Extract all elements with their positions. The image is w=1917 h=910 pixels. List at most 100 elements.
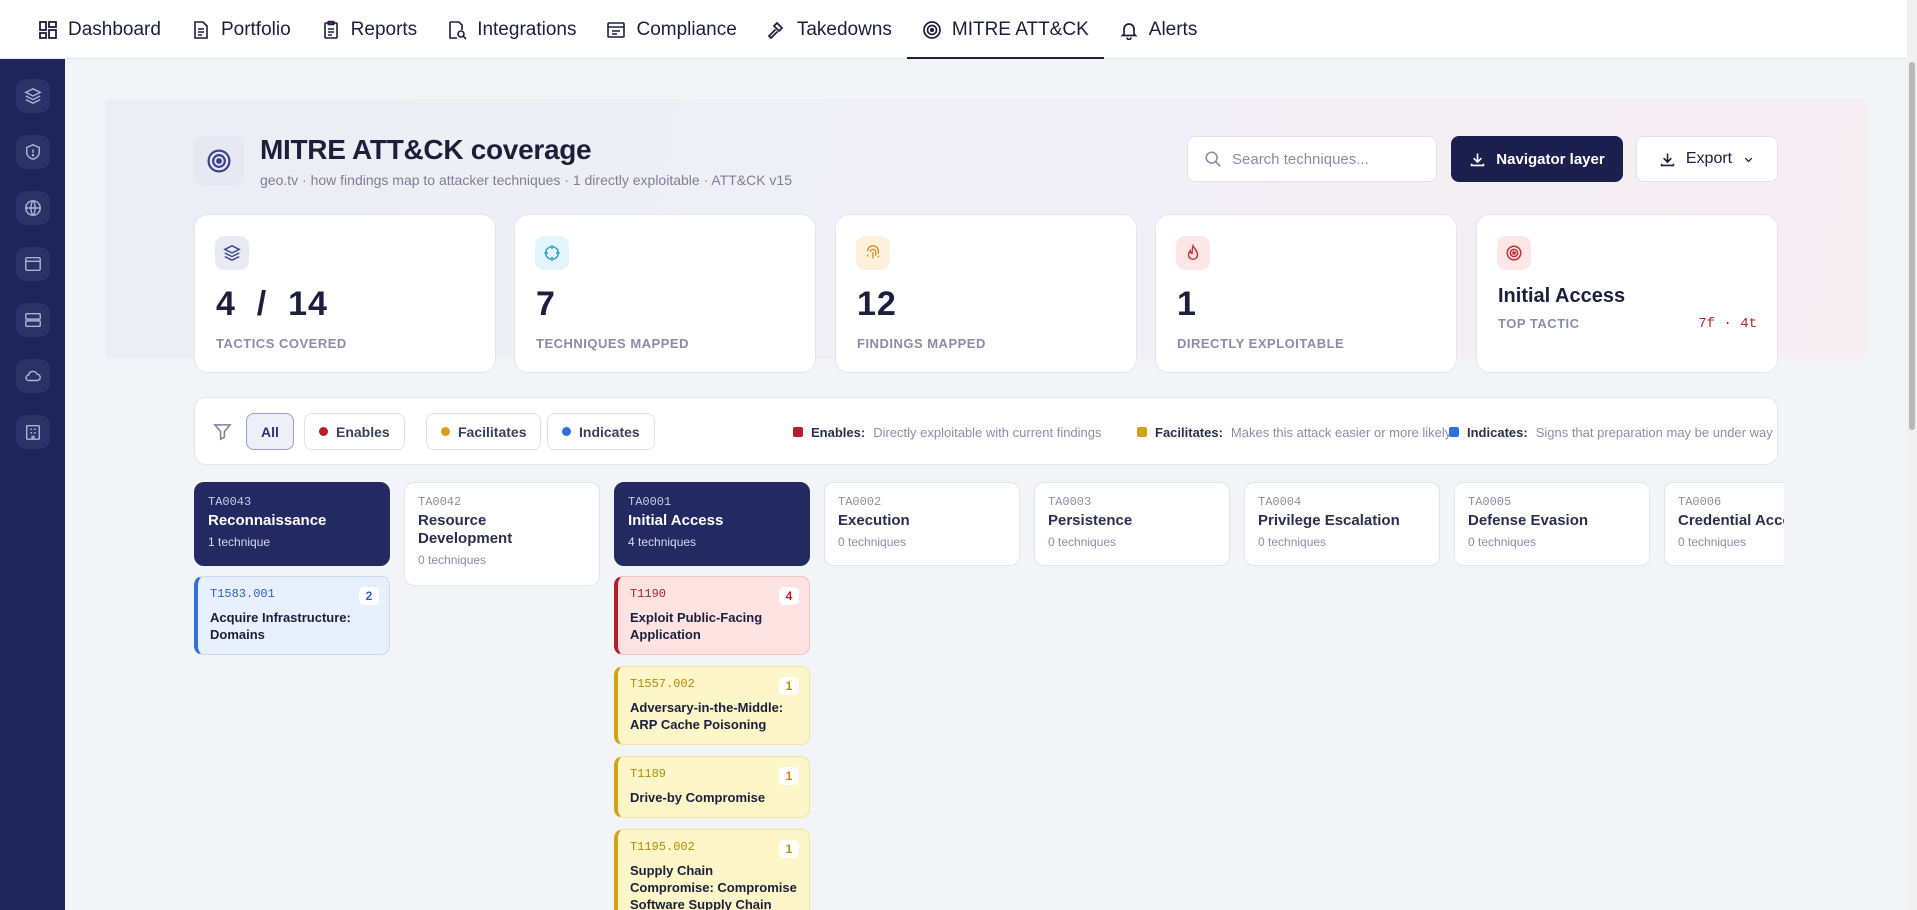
chip-label: All: [261, 423, 279, 440]
search-icon: [1205, 151, 1221, 167]
tactic-id: TA0042: [418, 495, 462, 509]
tactic-reconnaissance[interactable]: TA0043 Reconnaissance 1 technique: [194, 482, 390, 566]
finding-count-badge: 4: [779, 587, 799, 605]
rail-building-button[interactable]: [15, 415, 50, 449]
legend-term: Enables:: [811, 424, 866, 440]
stat-card-top-tactic: Initial Access TOP TACTIC 7f · 4t: [1476, 214, 1778, 373]
rail-window-button[interactable]: [15, 247, 50, 281]
layers-icon: [215, 236, 249, 270]
rail-shield-button[interactable]: [15, 135, 50, 169]
page-title: MITRE ATT&CK coverage: [260, 134, 592, 165]
stat-label: FINDINGS MAPPED: [857, 336, 986, 351]
scrollbar-thumb[interactable]: [1909, 62, 1915, 430]
tactic-initial-access[interactable]: TA0001 Initial Access 4 techniques: [614, 482, 810, 566]
legend-desc: Makes this attack easier or more likely: [1230, 424, 1452, 440]
main-content: MITRE ATT&CK coverage geo.tv · how findi…: [65, 59, 1907, 910]
tactic-count: 0 techniques: [1048, 535, 1117, 549]
top-tactic-label: TOP TACTIC: [1498, 316, 1580, 331]
gavel-icon: [767, 20, 787, 40]
stat-label: DIRECTLY EXPLOITABLE: [1177, 336, 1345, 351]
rail-cloud-button[interactable]: [15, 359, 50, 393]
tactic-name: Execution: [838, 512, 910, 529]
flame-icon: [1176, 236, 1210, 270]
nav-label: Dashboard: [68, 18, 161, 40]
tactic-count: 0 techniques: [418, 553, 487, 567]
legend-desc: Directly exploitable with current findin…: [873, 424, 1102, 440]
stat-value: 1: [1177, 285, 1197, 323]
fingerprint-icon: [856, 236, 890, 270]
layers-icon: [23, 87, 42, 105]
nav-reports[interactable]: Reports: [306, 0, 433, 59]
building-icon: [25, 424, 40, 440]
technique-card[interactable]: T1583.001 2 Acquire Infrastructure: Doma…: [194, 576, 390, 655]
stat-value: 12: [857, 285, 897, 323]
tactic-defense-evasion[interactable]: TA0005 Defense Evasion 0 techniques: [1454, 482, 1650, 566]
nav-alerts[interactable]: Alerts: [1104, 0, 1213, 59]
tactic-name: Credential Access: [1678, 512, 1784, 529]
tactic-name: Reconnaissance: [208, 512, 327, 529]
filter-facilitates-chip[interactable]: Facilitates: [426, 413, 542, 450]
tactic-resource-development[interactable]: TA0042 Resource Development 0 techniques: [404, 482, 600, 586]
tactic-count: 0 techniques: [838, 535, 907, 549]
finding-count-badge: 1: [779, 840, 799, 858]
navigator-layer-button[interactable]: Navigator layer: [1451, 136, 1623, 182]
stat-value: 7: [536, 285, 556, 323]
filter-indicates-chip[interactable]: Indicates: [547, 413, 655, 450]
technique-card[interactable]: T1195.002 1 Supply Chain Compromise: Com…: [614, 829, 810, 910]
browser-icon: [24, 256, 41, 272]
compliance-icon: [606, 20, 626, 40]
legend-desc: Signs that preparation may be under way: [1535, 424, 1773, 440]
filter-all-chip[interactable]: All: [246, 413, 294, 450]
facilitates-dot: [441, 427, 450, 436]
rail-globe-button[interactable]: [15, 191, 50, 225]
nav-mitre[interactable]: MITRE ATT&CK: [906, 0, 1104, 59]
nav-label: Portfolio: [220, 18, 291, 40]
tactic-count: 0 techniques: [1468, 535, 1537, 549]
technique-name: Adversary-in-the-Middle: ARP Cache Poiso…: [630, 700, 784, 732]
page-scrollbar[interactable]: [1907, 0, 1917, 910]
tactic-execution[interactable]: TA0002 Execution 0 techniques: [824, 482, 1020, 566]
tactic-count: 4 techniques: [628, 535, 697, 549]
nav-dashboard[interactable]: Dashboard: [38, 0, 176, 59]
chip-label: Indicates: [579, 423, 640, 440]
target-icon: [194, 136, 244, 186]
finding-count-badge: 1: [779, 677, 799, 695]
download-icon: [1471, 153, 1485, 166]
tactic-name: Persistence: [1048, 512, 1133, 529]
nav-takedowns[interactable]: Takedowns: [752, 0, 907, 59]
technique-card[interactable]: T1557.002 1 Adversary-in-the-Middle: ARP…: [614, 666, 810, 745]
nav-integrations[interactable]: Integrations: [432, 0, 591, 59]
server-icon: [24, 312, 41, 328]
technique-card[interactable]: T1189 1 Drive-by Compromise: [614, 756, 810, 818]
nav-compliance[interactable]: Compliance: [591, 0, 751, 59]
technique-card[interactable]: T1190 4 Exploit Public-Facing Applicatio…: [614, 576, 810, 655]
technique-name: Acquire Infrastructure: Domains: [210, 610, 351, 642]
search-input[interactable]: [1232, 150, 1412, 168]
legend-indicates: Indicates: Signs that preparation may be…: [1449, 398, 1773, 466]
stat-card-tactics: 4 / 14 TACTICS COVERED: [194, 214, 496, 373]
tactic-persistence[interactable]: TA0003 Persistence 0 techniques: [1034, 482, 1230, 566]
legend-facilitates: Facilitates: Makes this attack easier or…: [1137, 398, 1451, 466]
tactic-credential-access[interactable]: TA0006 Credential Access 0 techniques: [1664, 482, 1784, 566]
tactic-id: TA0006: [1678, 495, 1722, 509]
tactic-count: 0 techniques: [1678, 535, 1747, 549]
stat-label: TECHNIQUES MAPPED: [536, 336, 689, 351]
document-icon: [191, 20, 211, 40]
tactic-name: Privilege Escalation: [1258, 512, 1400, 529]
filter-enables-chip[interactable]: Enables: [304, 413, 405, 450]
tactic-name: Resource Development: [418, 512, 513, 547]
chip-label: Facilitates: [458, 423, 527, 440]
technique-name: Supply Chain Compromise: Compromise Soft…: [630, 863, 797, 910]
rail-server-button[interactable]: [15, 303, 50, 337]
stat-card-exploitable: 1 DIRECTLY EXPLOITABLE: [1155, 214, 1457, 373]
nav-portfolio[interactable]: Portfolio: [176, 0, 306, 59]
download-icon: [1660, 153, 1675, 166]
rail-layers-button[interactable]: [15, 79, 50, 113]
stat-label: TACTICS COVERED: [216, 336, 347, 351]
tactic-id: TA0003: [1048, 495, 1092, 509]
clipboard-icon: [321, 20, 341, 40]
export-button[interactable]: Export: [1636, 136, 1778, 182]
export-label: Export: [1685, 150, 1733, 167]
enables-swatch: [793, 427, 803, 437]
tactic-privilege-escalation[interactable]: TA0004 Privilege Escalation 0 techniques: [1244, 482, 1440, 566]
